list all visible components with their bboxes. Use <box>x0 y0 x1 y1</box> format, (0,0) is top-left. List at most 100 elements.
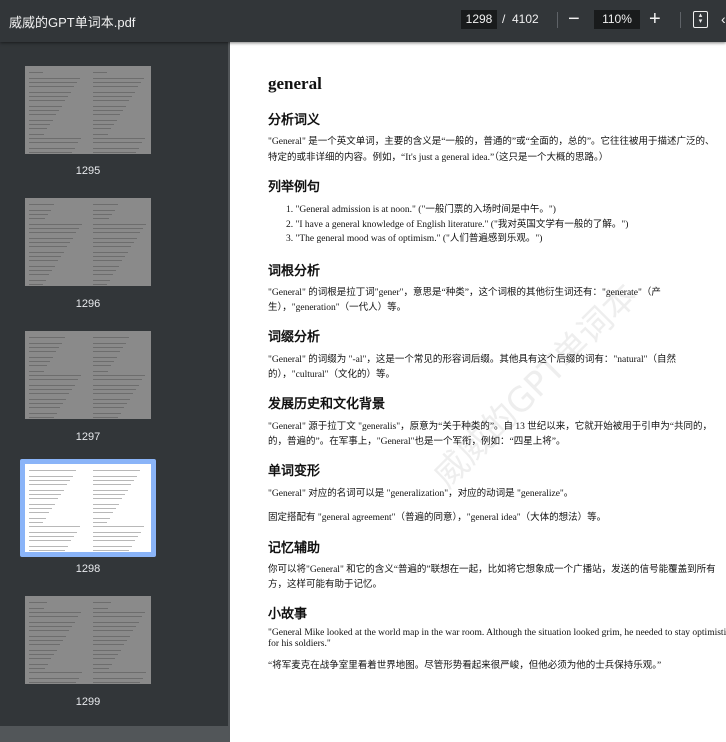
thumbnail-text-line <box>93 379 142 380</box>
thumbnail-text-line <box>29 343 62 344</box>
thumbnail-text-line <box>29 152 72 153</box>
thumbnail-text-line <box>93 375 145 376</box>
thumbnail-text-line <box>93 152 136 153</box>
thumbnail-text-line <box>29 512 49 513</box>
thumbnail-page-1299[interactable] <box>25 596 151 684</box>
thumbnail-text-line <box>29 92 71 93</box>
thumbnail-text-line <box>29 204 54 205</box>
thumbnail-text-line <box>93 476 137 477</box>
thumbnail-text-line <box>29 480 70 481</box>
thumbnail-text-line <box>29 650 57 651</box>
thumbnail-text-line <box>93 494 125 495</box>
thumbnail-text-line <box>29 148 75 149</box>
thumbnail-text-line <box>29 100 65 101</box>
thumbnail-text-line <box>93 399 130 400</box>
thumbnail-text-line <box>29 550 65 551</box>
thumbnail-text-line <box>29 375 81 376</box>
thumbnail-text-line <box>93 110 123 111</box>
zoom-level-input[interactable]: 110% <box>594 10 640 29</box>
section-heading: 分析词义 <box>268 112 321 127</box>
thumbnail-text-line <box>29 210 51 211</box>
thumbnail-text-line <box>93 218 109 219</box>
thumbnail-text-line <box>29 238 73 239</box>
thumbnail-text-line <box>93 128 111 129</box>
thumbnail-text-line <box>29 347 59 348</box>
section-heading: 词根分析 <box>268 263 321 278</box>
thumbnail-text-line <box>29 72 43 73</box>
thumbnail-text-line <box>93 142 142 143</box>
thumbnail-text-line <box>29 361 50 362</box>
thumbnail-text-line <box>29 270 52 271</box>
fit-page-icon[interactable]: ▴ ▾ <box>693 11 708 28</box>
thumbnail-page-1296[interactable] <box>25 198 151 286</box>
section-heading: 小故事 <box>268 606 308 621</box>
thumbnail-text-line <box>29 417 54 418</box>
thumbnail-text-line <box>93 608 108 609</box>
paragraph-line: 方，这样可能有助于记忆。 <box>268 580 383 590</box>
thumbnail-text-line <box>29 672 82 673</box>
example-list: 1. "General admission is at noon." ("一般门… <box>286 203 628 247</box>
thumbnail-text-line <box>93 114 120 115</box>
thumbnail-text-line <box>93 337 129 338</box>
zoom-in-button[interactable]: + <box>649 7 661 31</box>
page-number-input[interactable]: 1298 <box>461 10 497 29</box>
thumbnail-text-line <box>93 242 134 243</box>
thumbnail-text-line <box>93 393 133 394</box>
thumbnail-text-line <box>93 106 126 107</box>
rotate-icon[interactable]: ‹ <box>721 11 726 27</box>
thumbnail-text-line <box>93 92 135 93</box>
thumbnail-text-line <box>93 238 137 239</box>
section-heading: 记忆辅助 <box>268 540 321 555</box>
thumbnail-text-line <box>93 498 122 499</box>
thumbnail-text-line <box>29 476 73 477</box>
thumbnail-text-line <box>93 616 142 617</box>
thumbnail-text-line <box>29 407 60 408</box>
thumbnail-text-line <box>29 522 43 523</box>
thumbnail-page-1298[interactable] <box>25 464 151 552</box>
thumbnail-text-line <box>29 256 61 257</box>
thumbnail-text-line <box>29 134 44 135</box>
thumbnail-text-line <box>29 357 53 358</box>
thumbnail-page-1295[interactable] <box>25 66 151 154</box>
thumbnail-text-line <box>29 124 50 125</box>
thumbnail-text-line <box>93 512 113 513</box>
thumbnail-text-line <box>29 106 62 107</box>
thumbnail-text-line <box>29 260 58 261</box>
thumbnail-text-line <box>93 351 120 352</box>
thumbnail-text-line <box>93 403 127 404</box>
thumbnail-sidebar: 1295 1296 1297 1298 1299 <box>0 42 228 726</box>
paragraph-line: "General" 的词缀为 "-al"，这是一个常见的形容词后缀。其他具有这个… <box>268 355 676 365</box>
watermark: 威威的GPT单词本 <box>425 275 647 496</box>
thumbnail-text-line <box>29 385 75 386</box>
thumbnail-text-line <box>93 120 117 121</box>
list-item: 2. "I have a general knowledge of Englis… <box>286 219 629 230</box>
thumbnail-text-line <box>29 218 45 219</box>
thumbnail-text-line <box>29 616 78 617</box>
thumbnail-text-line <box>29 490 64 491</box>
thumbnail-text-line <box>93 389 136 390</box>
section-heading: 列举例句 <box>268 179 321 194</box>
thumbnail-text-line <box>29 242 70 243</box>
thumbnail-text-line <box>93 682 140 683</box>
paragraph-line: "General" 的词根是拉丁词"gener"，意思是“种类”，这个词根的其他… <box>268 288 661 298</box>
zoom-out-button[interactable]: − <box>568 7 580 31</box>
thumbnail-text-line <box>93 470 140 471</box>
thumbnail-text-line <box>29 470 76 471</box>
thumbnail-text-line <box>29 658 51 659</box>
thumbnail-text-line <box>29 612 81 613</box>
thumbnail-text-line <box>29 120 53 121</box>
thumbnail-text-line <box>29 284 43 285</box>
thumbnail-text-line <box>93 274 113 275</box>
thumbnail-text-line <box>29 266 55 267</box>
paragraph-line: 特定的或非详细的内容。例如，“It's just a general idea.… <box>268 153 609 163</box>
thumbnail-text-line <box>93 343 126 344</box>
thumbnail-text-line <box>93 650 121 651</box>
thumbnail-text-line <box>93 214 112 215</box>
thumbnail-text-line <box>93 82 141 83</box>
section-heading: 发展历史和文化背景 <box>268 396 386 411</box>
thumbnail-text-line <box>93 602 111 603</box>
thumbnail-page-1297[interactable] <box>25 331 151 419</box>
thumbnail-text-line <box>29 228 79 229</box>
thumbnail-text-line <box>93 138 145 139</box>
paragraph-line: 你可以将"General" 和它的含义“普遍的”联想在一起，比如将它想象成一个广… <box>268 565 716 575</box>
